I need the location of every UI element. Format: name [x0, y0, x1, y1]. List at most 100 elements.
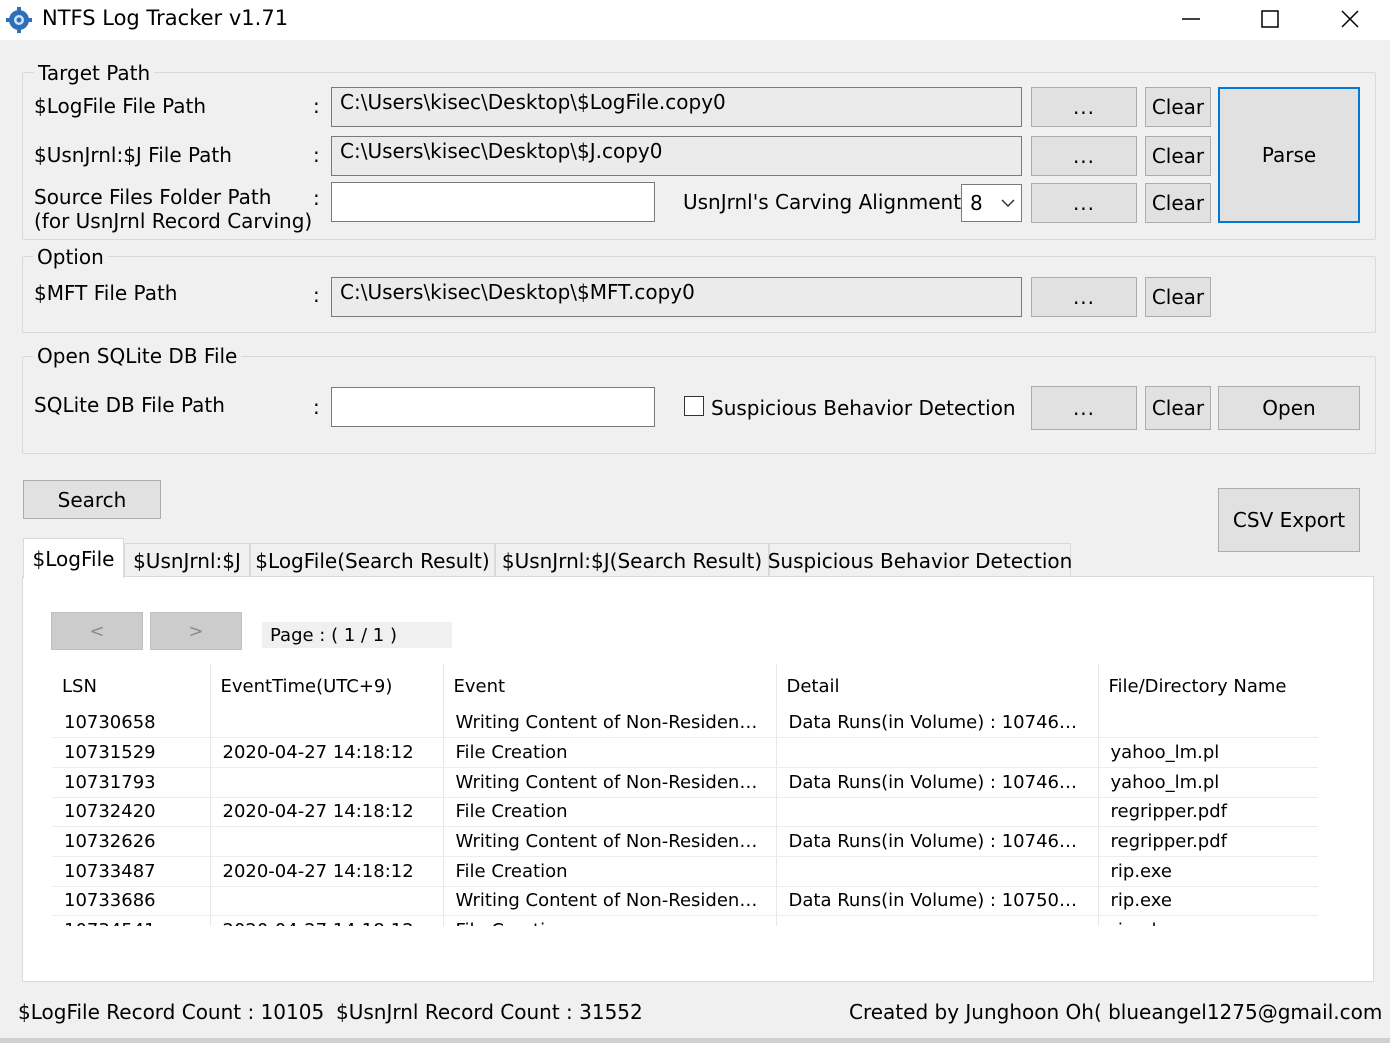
page-indicator: Page : ( 1 / 1 ): [262, 622, 452, 648]
open-button[interactable]: Open: [1218, 386, 1360, 430]
prev-page-button[interactable]: <: [51, 612, 143, 650]
usnjrnl-clear-button[interactable]: Clear: [1145, 136, 1211, 176]
close-button[interactable]: [1311, 0, 1389, 38]
table-cell: [776, 797, 1099, 828]
usnjrnl-path-input[interactable]: C:\Users\kisec\Desktop\$J.copy0: [331, 136, 1022, 176]
table-cell: [210, 708, 444, 739]
table-cell: [776, 737, 1099, 768]
parse-button[interactable]: Parse: [1218, 87, 1360, 223]
tab-usnjrnl-search-result[interactable]: $UsnJrnl:$J(Search Result): [495, 543, 769, 577]
table-cell: rip.pl: [1098, 915, 1318, 926]
logfile-path-colon: :: [313, 94, 320, 118]
mft-clear-button[interactable]: Clear: [1145, 277, 1211, 317]
tab-logfile-search-result[interactable]: $LogFile(Search Result): [250, 543, 495, 577]
table-cell: 10733487: [52, 856, 211, 887]
table-row[interactable]: 10733487 2020-04-27 14:18:12 File Creation…: [52, 856, 1318, 887]
table-row[interactable]: 10731529 2020-04-27 14:18:12 File Creation…: [52, 737, 1318, 768]
source-browse-button[interactable]: ...: [1031, 183, 1137, 223]
sqlite-path-colon: :: [313, 395, 320, 419]
option-group-label: Option: [33, 245, 108, 269]
minimize-button[interactable]: [1152, 0, 1230, 38]
table-cell: File Creation: [443, 856, 777, 887]
tab-usnjrnl[interactable]: $UsnJrnl:$J: [124, 543, 250, 577]
gear-icon: [6, 7, 32, 33]
close-icon: [1341, 10, 1359, 28]
tab-suspicious-behavior-detection[interactable]: Suspicious Behavior Detection: [768, 543, 1072, 577]
sqlite-path-input[interactable]: [331, 387, 655, 427]
table-cell: File Creation: [443, 915, 777, 926]
suspicious-detection-label[interactable]: Suspicious Behavior Detection: [711, 396, 1016, 420]
logfile-clear-button[interactable]: Clear: [1145, 87, 1211, 127]
table-row[interactable]: 10732420 2020-04-27 14:18:12 File Creation…: [52, 797, 1318, 828]
table-row[interactable]: 10731793 Writing Content of Non-Resident …: [52, 767, 1318, 798]
column-header-detail[interactable]: Detail: [776, 664, 1099, 708]
logfile-table: LSN EventTime(UTC+9) Event Detail File/D…: [52, 664, 1318, 926]
table-cell: 10733686: [52, 886, 211, 917]
search-button[interactable]: Search: [23, 480, 161, 519]
sqlite-path-label: SQLite DB File Path: [34, 393, 225, 417]
column-header-eventtime[interactable]: EventTime(UTC+9): [210, 664, 444, 708]
logfile-grid[interactable]: LSN EventTime(UTC+9) Event Detail File/D…: [52, 664, 1318, 926]
grid-header-row: LSN EventTime(UTC+9) Event Detail File/D…: [52, 664, 1318, 708]
source-folder-sublabel: (for UsnJrnl Record Carving): [34, 209, 313, 233]
mft-browse-button[interactable]: ...: [1031, 277, 1137, 317]
window-bottom-border: [0, 1038, 1390, 1043]
table-cell: Writing Content of Non-Resident File: [443, 826, 777, 857]
minimize-icon: [1182, 18, 1200, 20]
table-cell: Data Runs(in Volume) : 107467(40): [776, 826, 1099, 857]
maximize-icon: [1261, 10, 1279, 28]
maximize-button[interactable]: [1231, 0, 1309, 38]
table-cell: Writing Content of Non-Resident File: [443, 708, 777, 739]
column-header-event[interactable]: Event: [443, 664, 777, 708]
source-folder-colon: :: [313, 186, 320, 210]
source-folder-input[interactable]: [331, 182, 655, 222]
logfile-path-input[interactable]: C:\Users\kisec\Desktop\$LogFile.copy0: [331, 87, 1022, 127]
table-cell: 10732626: [52, 826, 211, 857]
usnjrnl-path-label: $UsnJrnl:$J File Path: [34, 143, 232, 167]
usnjrnl-browse-button[interactable]: ...: [1031, 136, 1137, 176]
source-folder-label: Source Files Folder Path: [34, 185, 272, 209]
logfile-path-label: $LogFile File Path: [34, 94, 207, 118]
table-cell: [776, 856, 1099, 887]
next-page-button[interactable]: >: [150, 612, 242, 650]
table-cell: Writing Content of Non-Resident File: [443, 767, 777, 798]
carving-alignment-select[interactable]: 8: [961, 184, 1022, 222]
sqlite-clear-button[interactable]: Clear: [1145, 386, 1211, 430]
mft-path-colon: :: [313, 283, 320, 307]
sqlite-browse-button[interactable]: ...: [1031, 386, 1137, 430]
suspicious-detection-checkbox[interactable]: [684, 396, 704, 416]
table-row[interactable]: 10733686 Writing Content of Non-Resident …: [52, 886, 1318, 917]
table-row[interactable]: 10732626 Writing Content of Non-Resident …: [52, 826, 1318, 857]
table-cell: rip.exe: [1098, 856, 1318, 887]
table-cell: 10732420: [52, 797, 211, 828]
table-cell: yahoo_lm.pl: [1098, 737, 1318, 768]
carving-alignment-label: UsnJrnl's Carving Alignment :: [683, 190, 975, 214]
table-cell: [210, 886, 444, 917]
table-cell: Data Runs(in Volume) : 107463(3): [776, 708, 1099, 739]
logfile-browse-button[interactable]: ...: [1031, 87, 1137, 127]
tab-logfile[interactable]: $LogFile: [23, 538, 124, 578]
table-cell: 2020-04-27 14:18:12: [210, 856, 444, 887]
column-header-lsn[interactable]: LSN: [52, 664, 211, 708]
table-cell: 10730658: [52, 708, 211, 739]
table-cell: rip.exe: [1098, 886, 1318, 917]
table-cell: regripper.pdf: [1098, 826, 1318, 857]
mft-path-input[interactable]: C:\Users\kisec\Desktop\$MFT.copy0: [331, 277, 1022, 317]
source-clear-button[interactable]: Clear: [1145, 183, 1211, 223]
table-cell: File Creation: [443, 797, 777, 828]
csv-export-button[interactable]: CSV Export: [1218, 488, 1360, 552]
column-header-file-name[interactable]: File/Directory Name: [1098, 664, 1318, 708]
mft-path-label: $MFT File Path: [34, 281, 178, 305]
carving-alignment-value: 8: [970, 191, 983, 215]
table-cell: [210, 767, 444, 798]
table-row[interactable]: 10730658 Writing Content of Non-Resident …: [52, 708, 1318, 739]
table-cell: 2020-04-27 14:18:12: [210, 737, 444, 768]
table-cell: 10731529: [52, 737, 211, 768]
table-cell: 2020-04-27 14:18:12: [210, 797, 444, 828]
table-cell: 2020-04-27 14:18:12: [210, 915, 444, 926]
table-cell: [1098, 708, 1318, 739]
table-cell: yahoo_lm.pl: [1098, 767, 1318, 798]
table-cell: [210, 826, 444, 857]
table-row[interactable]: 107345412020-04-27 14:18:12File Creation…: [52, 915, 1318, 926]
table-cell: Data Runs(in Volume) : 107507(4...: [776, 886, 1099, 917]
